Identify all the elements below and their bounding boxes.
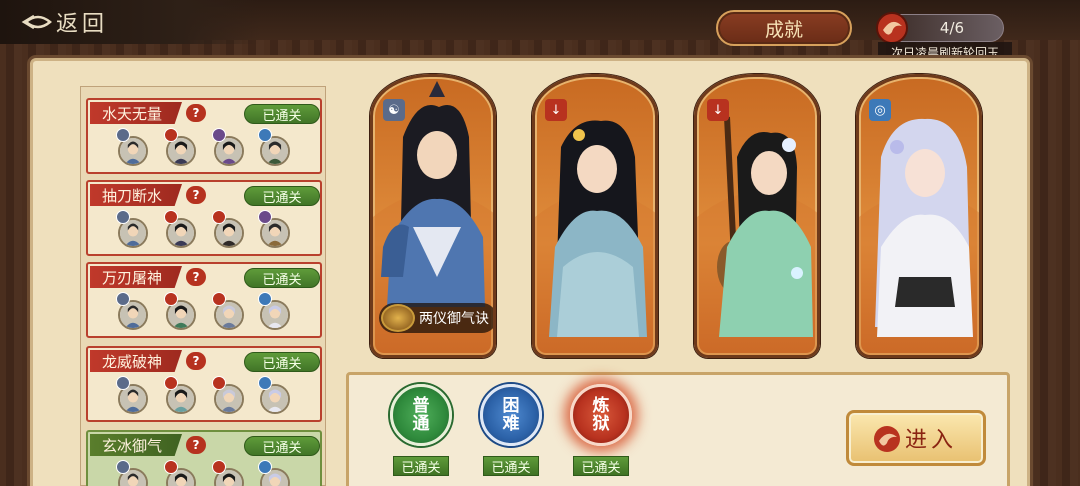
element-icon [258,292,272,306]
element-icon [116,210,130,224]
element-icon [258,210,272,224]
element-icon [164,460,178,474]
stage-item[interactable]: 龙威破神 ? 已通关 [86,346,322,422]
help-icon[interactable]: ? [186,268,206,286]
difficulty-cleared-badge: 已通关 [393,456,449,476]
enter-label: 进入 [904,428,957,453]
element-icon [212,128,226,142]
element-icon [164,210,178,224]
element-icon [258,376,272,390]
stage-item[interactable]: 水天无量 ? 已通关 [86,98,322,174]
yin-yang-icon: ☯ [383,99,405,121]
cleared-badge: 已通关 [244,186,320,206]
element-icon [164,128,178,142]
stage-item-selected[interactable]: 玄冰御气 ? 已通关 [86,430,322,486]
element-icon [164,376,178,390]
jade-count: 4/6 [939,19,965,37]
stage-name: 抽刀断水 [90,184,182,206]
cleared-badge: 已通关 [244,268,320,288]
achievement-button[interactable]: 成就 [716,10,852,46]
hero-card[interactable]: ☯ 两仪御气诀 [370,74,496,358]
cleared-badge: 已通关 [244,104,320,124]
element-icon [116,292,130,306]
help-icon[interactable]: ? [186,186,206,204]
stage-name: 万刃屠神 [90,266,182,288]
skill-label[interactable]: 两仪御气诀 [379,303,493,333]
hero-card[interactable]: ↓ [694,74,820,358]
difficulty-label-2: 狱 [592,414,610,434]
difficulty-hell-button[interactable]: 炼 狱 [570,384,632,446]
difficulty-normal-button[interactable]: 普 通 [390,384,452,446]
element-icon [258,128,272,142]
element-icon [116,376,130,390]
difficulty-hard-button[interactable]: 困 难 [480,384,542,446]
stage-item[interactable]: 万刃屠神 ? 已通关 [86,262,322,338]
skill-name: 两仪御气诀 [419,311,489,327]
help-icon[interactable]: ? [186,352,206,370]
stage-item[interactable]: 抽刀断水 ? 已通关 [86,180,322,256]
element-icon [212,460,226,474]
element-icon [164,292,178,306]
help-icon[interactable]: ? [186,104,206,122]
stage-name: 龙威破神 [90,350,182,372]
back-arrow-icon [21,14,52,30]
skill-icon [381,304,415,332]
sword-icon: ↓ [545,99,567,121]
element-icon [258,460,272,474]
difficulty-label-2: 难 [502,414,520,434]
difficulty-label-1: 普 [412,396,430,416]
swirl-icon: ◎ [869,99,891,121]
enter-button[interactable]: 进入 [846,410,986,466]
help-icon[interactable]: ? [186,436,206,454]
back-label: 返回 [56,12,109,37]
stage-name: 水天无量 [90,102,182,124]
hero-card[interactable]: ↓ [532,74,658,358]
cleared-badge: 已通关 [244,352,320,372]
element-icon [212,376,226,390]
element-icon [212,210,226,224]
cleared-badge: 已通关 [244,436,320,456]
jade-swirl-icon [874,426,900,452]
difficulty-label-2: 通 [412,414,430,434]
difficulty-cleared-badge: 已通关 [573,456,629,476]
back-button[interactable]: 返回 [0,0,260,44]
hero-card[interactable]: ◎ [856,74,982,358]
difficulty-label-1: 炼 [592,396,610,416]
element-icon [212,292,226,306]
element-icon [116,128,130,142]
element-icon [116,460,130,474]
difficulty-label-1: 困 [502,396,520,416]
stage-name: 玄冰御气 [90,434,182,456]
sword-icon: ↓ [707,99,729,121]
difficulty-cleared-badge: 已通关 [483,456,539,476]
